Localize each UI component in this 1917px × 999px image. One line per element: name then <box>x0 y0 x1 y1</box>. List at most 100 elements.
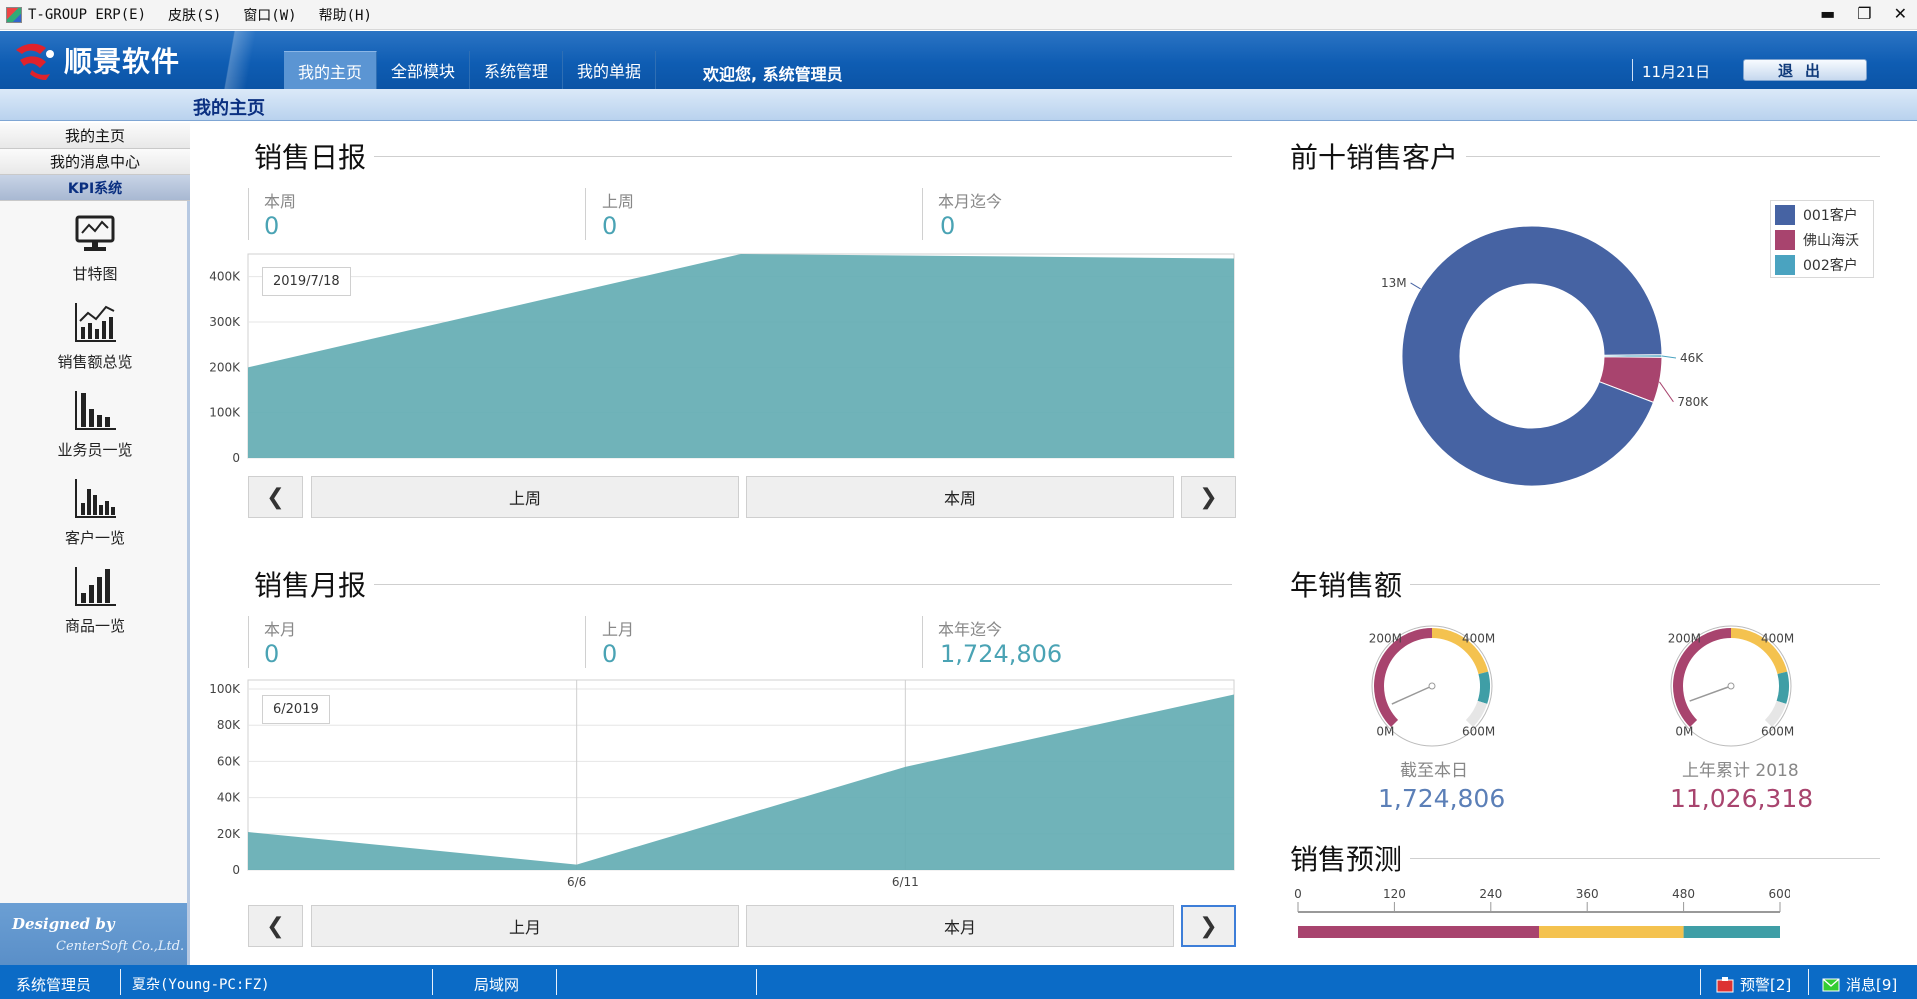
tab-my-home[interactable]: 我的主页 <box>284 51 378 89</box>
stat-label-month-to-date: 本月迄今 <box>938 192 1003 211</box>
stat-value-month-to-date: 0 <box>940 212 956 240</box>
alarm-icon <box>1716 976 1734 992</box>
sidebar-item-salesman[interactable]: 业务员一览 <box>0 387 190 475</box>
header: 顺景软件 我的主页 全部模块 系统管理 我的单据 欢迎您, 系统管理员 11月2… <box>0 31 1917 89</box>
gauge-tick-label: 0M <box>1675 725 1693 739</box>
close-icon[interactable]: ✕ <box>1894 4 1907 23</box>
y-tick-label: 100K <box>209 682 241 696</box>
gauge-hub <box>1727 682 1735 690</box>
divider <box>248 616 249 668</box>
last-month-button[interactable]: 上月 <box>311 905 739 947</box>
restore-icon[interactable]: ❐ <box>1857 4 1871 23</box>
stat-value-this-month: 0 <box>264 640 280 668</box>
designed-by-banner: Designed by CenterSoft Co.,Ltd. <box>0 903 187 965</box>
gauge-band <box>1764 700 1787 728</box>
annual-title: 年销售额 <box>1290 569 1403 602</box>
gauge-tick-label: 200M <box>1668 631 1701 645</box>
y-tick-label: 0 <box>232 451 240 462</box>
message-label: 消息[9] <box>1846 976 1898 994</box>
sidebar-tab-home[interactable]: 我的主页 <box>0 123 190 149</box>
monthly-area-chart: 0 20K 40K 60K 80K 100K 6/6 6/11 <box>209 679 1235 889</box>
sidebar-tab-kpi[interactable]: KPI系统 <box>0 175 190 201</box>
this-week-button[interactable]: 本周 <box>746 476 1174 518</box>
divider <box>1632 59 1633 81</box>
y-tick-label: 400K <box>209 270 241 284</box>
gauge-tick-label: 0M <box>1376 725 1394 739</box>
menu-help[interactable]: 帮助(H) <box>319 5 372 25</box>
monitor-icon <box>75 215 115 251</box>
sidebar-item-label: 甘特图 <box>72 265 118 283</box>
logo-icon <box>16 43 54 80</box>
sidebar-item-label: 销售额总览 <box>57 353 133 371</box>
tab-my-documents[interactable]: 我的单据 <box>563 51 657 89</box>
stat-label-this-week: 本周 <box>264 192 297 211</box>
gauge-band <box>1477 671 1490 704</box>
sidebar-item-sales-overview[interactable]: 销售额总览 <box>0 299 190 387</box>
last-week-button[interactable]: 上周 <box>311 476 739 518</box>
header-decoration <box>190 31 290 89</box>
prev-week-arrow[interactable]: ❮ <box>248 476 303 518</box>
sidebar-item-customer[interactable]: 客户一览 <box>0 475 190 563</box>
leader-line <box>1661 355 1677 359</box>
legend-item: 002客户 <box>1771 253 1875 277</box>
forecast-tick-label: 480 <box>1672 887 1695 901</box>
leader-line <box>1410 282 1421 290</box>
gauge-band <box>1465 700 1488 728</box>
column-chart-icon <box>75 479 116 518</box>
gauge-value-ytd: 1,724,806 <box>1378 784 1506 813</box>
app-icon <box>6 6 22 23</box>
bar-chart-up-icon <box>75 567 116 606</box>
stat-label-year-to-date: 本年迄今 <box>938 620 1003 639</box>
forecast-segment <box>1298 926 1539 938</box>
daily-area-chart: 0 100K 200K 300K 400K <box>209 253 1235 462</box>
stat-label-last-week: 上周 <box>602 192 635 211</box>
menu-window[interactable]: 窗口(W) <box>243 5 296 25</box>
this-month-button[interactable]: 本月 <box>746 905 1174 947</box>
sidebar-tab-messages[interactable]: 我的消息中心 <box>0 149 190 175</box>
message-icon <box>1822 977 1840 991</box>
divider <box>120 969 121 995</box>
y-tick-label: 80K <box>217 718 241 732</box>
menu-erp[interactable]: T-GROUP ERP(E) <box>28 7 146 23</box>
bar-chart-icon <box>75 391 116 430</box>
forecast-tick-label: 0 <box>1294 887 1302 901</box>
monthly-title: 销售月报 <box>254 569 367 602</box>
header-date: 11月21日 <box>1642 63 1711 81</box>
legend-label: 002客户 <box>1803 258 1858 274</box>
forecast-tick-label: 360 <box>1576 887 1599 901</box>
legend-swatch <box>1775 255 1795 275</box>
sidebar-item-label: 商品一览 <box>64 617 125 635</box>
gauge-ytd: 0M 200M 400M 600M <box>1369 625 1495 747</box>
exit-button[interactable]: 退出 <box>1743 59 1867 81</box>
sidebar-item-label: 业务员一览 <box>57 441 133 459</box>
sidebar-item-product[interactable]: 商品一览 <box>0 563 190 651</box>
divider <box>1410 858 1880 859</box>
gauge-tick-label: 400M <box>1462 631 1495 645</box>
sidebar-item-gantt[interactable]: 甘特图 <box>0 211 190 299</box>
prev-month-arrow[interactable]: ❮ <box>248 905 303 947</box>
chart-tooltip: 2019/7/18 <box>262 267 351 296</box>
tab-system-management[interactable]: 系统管理 <box>470 51 564 89</box>
message-indicator[interactable]: 消息[9] <box>1822 974 1897 995</box>
divider <box>1700 969 1701 995</box>
chart-tooltip: 6/2019 <box>262 695 330 724</box>
forecast-tick-label: 240 <box>1479 887 1502 901</box>
minimize-icon[interactable]: ▬ <box>1820 4 1835 23</box>
sidebar: 我的主页 我的消息中心 KPI系统 甘特图 销售额总览 业务员一览 客户一览 商… <box>0 123 190 965</box>
legend-swatch <box>1775 230 1795 250</box>
menu-bar: T-GROUP ERP(E) 皮肤(S) 窗口(W) 帮助(H) ▬ ❐ ✕ <box>0 0 1917 30</box>
status-network: 局域网 <box>474 976 520 994</box>
menu-skin[interactable]: 皮肤(S) <box>168 5 221 25</box>
alarm-indicator[interactable]: 预警[2] <box>1716 974 1791 995</box>
tab-all-modules[interactable]: 全部模块 <box>377 51 471 89</box>
gauge-value-last-year: 11,026,318 <box>1670 784 1814 813</box>
next-month-arrow[interactable]: ❯ <box>1181 905 1236 947</box>
status-user: 系统管理员 <box>16 976 92 994</box>
legend-label: 佛山海沃 <box>1803 233 1859 249</box>
forecast-segment <box>1683 926 1780 938</box>
gauge-band <box>1776 671 1789 704</box>
next-week-arrow[interactable]: ❯ <box>1181 476 1236 518</box>
data-label: 13M <box>1381 276 1407 290</box>
gauge-needle <box>1689 685 1732 702</box>
stat-label-last-month: 上月 <box>602 620 635 639</box>
